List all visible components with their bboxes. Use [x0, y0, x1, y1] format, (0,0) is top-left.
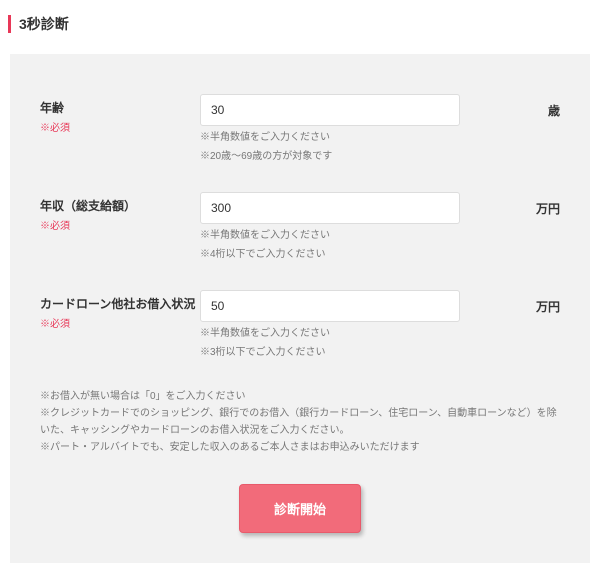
debt-hint-1: ※半角数値をご入力ください	[200, 326, 560, 341]
debt-unit: 万円	[526, 298, 560, 315]
label-col-age: 年齢 ※必須	[40, 94, 200, 134]
input-col-debt: 万円 ※半角数値をご入力ください ※3桁以下でご入力ください	[200, 290, 560, 360]
page-title: 3秒診断	[19, 14, 69, 34]
debt-required-badge: ※必須	[40, 315, 200, 330]
income-input[interactable]	[200, 192, 460, 224]
label-col-income: 年収（総支給額） ※必須	[40, 192, 200, 232]
income-label: 年収（総支給額）	[40, 198, 200, 215]
input-col-age: 歳 ※半角数値をご入力ください ※20歳〜69歳の方が対象です	[200, 94, 560, 164]
submit-row: 診断開始	[40, 484, 560, 533]
form-row-debt: カードローン他社お借入状況 ※必須 万円 ※半角数値をご入力ください ※3桁以下…	[40, 290, 560, 360]
diagnosis-form-panel: 年齢 ※必須 歳 ※半角数値をご入力ください ※20歳〜69歳の方が対象です 年…	[10, 54, 590, 563]
age-required-badge: ※必須	[40, 119, 200, 134]
input-line-debt: 万円	[200, 290, 560, 322]
form-notes: ※お借入が無い場合は「0」をご入力ください ※クレジットカードでのショッピング、…	[40, 388, 560, 456]
label-col-debt: カードローン他社お借入状況 ※必須	[40, 290, 200, 330]
income-hint-1: ※半角数値をご入力ください	[200, 228, 560, 243]
income-unit: 万円	[526, 200, 560, 217]
form-row-age: 年齢 ※必須 歳 ※半角数値をご入力ください ※20歳〜69歳の方が対象です	[40, 94, 560, 164]
age-unit: 歳	[538, 102, 560, 119]
form-row-income: 年収（総支給額） ※必須 万円 ※半角数値をご入力ください ※4桁以下でご入力く…	[40, 192, 560, 262]
form-note-2: ※クレジットカードでのショッピング、銀行でのお借入（銀行カードローン、住宅ローン…	[40, 405, 560, 439]
form-note-3: ※パート・アルバイトでも、安定した収入のあるご本人さまはお申込みいただけます	[40, 439, 560, 456]
form-note-1: ※お借入が無い場合は「0」をご入力ください	[40, 388, 560, 405]
age-hint-2: ※20歳〜69歳の方が対象です	[200, 149, 560, 164]
input-line-age: 歳	[200, 94, 560, 126]
submit-button[interactable]: 診断開始	[239, 484, 361, 533]
debt-label: カードローン他社お借入状況	[40, 296, 200, 313]
debt-hint-2: ※3桁以下でご入力ください	[200, 345, 560, 360]
age-hint-1: ※半角数値をご入力ください	[200, 130, 560, 145]
income-required-badge: ※必須	[40, 217, 200, 232]
input-col-income: 万円 ※半角数値をご入力ください ※4桁以下でご入力ください	[200, 192, 560, 262]
header-accent-bar	[8, 15, 11, 33]
debt-input[interactable]	[200, 290, 460, 322]
age-label: 年齢	[40, 100, 200, 117]
income-hint-2: ※4桁以下でご入力ください	[200, 247, 560, 262]
input-line-income: 万円	[200, 192, 560, 224]
age-input[interactable]	[200, 94, 460, 126]
page-header: 3秒診断	[0, 0, 600, 44]
